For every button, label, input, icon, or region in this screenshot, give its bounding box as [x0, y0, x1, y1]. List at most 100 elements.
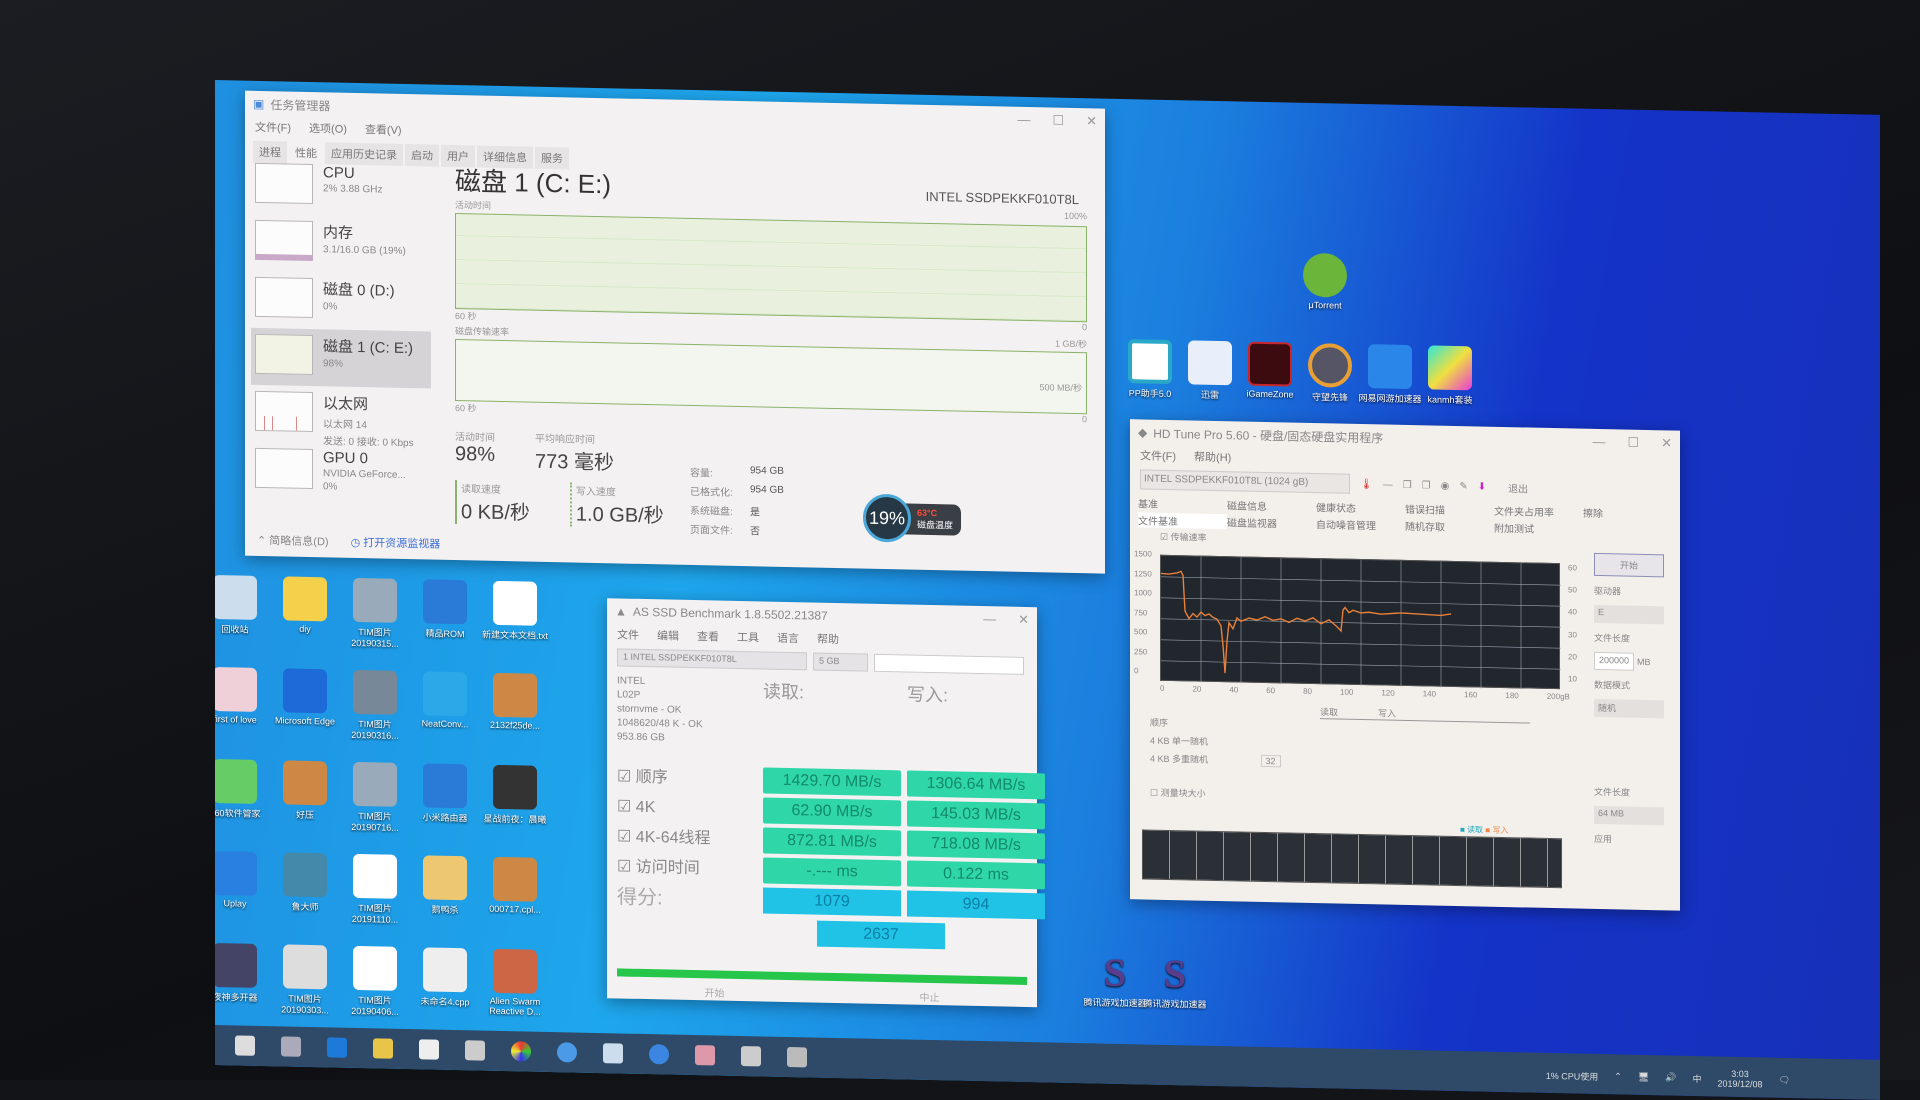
menu-file[interactable]: 文件(F)	[1140, 447, 1176, 464]
task-view-button[interactable]	[281, 1036, 301, 1057]
row-access-checkbox[interactable]: ☑ 访问时间	[617, 854, 757, 883]
tab-aam[interactable]: 自动噪音管理	[1316, 516, 1405, 533]
minimize-button[interactable]: —	[983, 611, 996, 627]
tab-disk-monitor[interactable]: 磁盘监视器	[1227, 514, 1316, 531]
desktop-icon[interactable]: first of love	[215, 666, 270, 725]
desktop-icon[interactable]: 2132f25de...	[480, 672, 550, 731]
data-pattern-select[interactable]: 随机	[1594, 698, 1664, 719]
desktop-icon[interactable]: 星战前夜：晨曦	[480, 764, 550, 826]
file-length-input[interactable]: 200000	[1594, 651, 1635, 671]
tab-error-scan[interactable]: 错误扫描	[1405, 501, 1494, 518]
row-4k-checkbox[interactable]: ☑ 4K	[617, 794, 757, 823]
transfer-rate-checkbox[interactable]: ☑ 传输速率	[1160, 530, 1207, 544]
size-select[interactable]: 5 GB	[813, 652, 868, 672]
menu-tools[interactable]: 工具	[737, 629, 759, 645]
camera-icon[interactable]: ◉	[1441, 480, 1450, 491]
tab-erase[interactable]: 擦除	[1583, 505, 1672, 522]
block-size-checkbox[interactable]: ☐ 测量块大小	[1150, 786, 1530, 807]
tab-folder-usage[interactable]: 文件夹占用率	[1494, 503, 1583, 520]
menu-options[interactable]: 选项(O)	[309, 120, 347, 137]
drive-select[interactable]: 1 INTEL SSDPEKKF010T8L	[617, 648, 807, 671]
start-button[interactable]: 开始	[705, 984, 725, 999]
close-button[interactable]: ✕	[1086, 113, 1097, 129]
desktop-icon[interactable]: NeatConv...	[410, 671, 480, 729]
desktop-icon[interactable]: 好压	[270, 760, 340, 821]
desktop-icon[interactable]: TIM图片20190406...	[340, 945, 410, 1017]
row-seq-checkbox[interactable]: ☑ 顺序	[617, 764, 757, 793]
abort-button[interactable]: 中止	[920, 989, 940, 1004]
hd-tune-taskbar-icon[interactable]	[787, 1046, 807, 1068]
menu-file[interactable]: 文件	[617, 626, 639, 642]
desktop-icon-accel-2[interactable]: S 腾讯游戏加速器	[1140, 949, 1210, 1010]
sidebar-item-cpu[interactable]: CPU 2% 3.88 GHz	[251, 157, 431, 218]
save-icon[interactable]: ⬇	[1478, 481, 1486, 492]
desktop-icon[interactable]: TIM图片20190315...	[340, 577, 410, 649]
desktop-icon[interactable]: 小米路由器	[410, 763, 480, 824]
desktop-icon[interactable]: TIM图片20190716...	[340, 761, 410, 833]
open-resource-monitor-link[interactable]: ◷ 打开资源监视器	[351, 534, 441, 552]
copy-all-icon[interactable]: ❐	[1422, 480, 1431, 491]
drive-letter-select[interactable]: E	[1594, 604, 1664, 625]
menu-edit[interactable]: 编辑	[657, 627, 679, 643]
desktop-icon[interactable]: 鹅鸭杀	[410, 855, 480, 916]
row-4k64-checkbox[interactable]: ☑ 4K-64线程	[617, 824, 757, 853]
clock[interactable]: 3:03 2019/12/08	[1718, 1068, 1763, 1090]
minimize-button[interactable]: —	[1017, 112, 1030, 128]
tab-extra-tests[interactable]: 附加测试	[1494, 520, 1583, 537]
sidebar-item-ethernet[interactable]: 以太网 以太网 14 发送: 0 接收: 0 Kbps	[251, 385, 431, 449]
desktop-icon[interactable]: Uplay	[215, 850, 270, 909]
as-ssd-taskbar-icon[interactable]	[741, 1046, 761, 1067]
minimize-button[interactable]: —	[1592, 434, 1605, 450]
desktop-icon[interactable]: 夜神多开器	[215, 942, 270, 1004]
browser-taskbar-icon[interactable]	[649, 1044, 669, 1065]
desktop-icon[interactable]: 精品ROM	[410, 579, 480, 640]
menu-view[interactable]: 查看	[697, 628, 719, 644]
tool-taskbar-icon[interactable]	[603, 1043, 623, 1064]
network-icon[interactable]: 🖥	[1638, 1071, 1649, 1082]
maximize-button[interactable]: ☐	[1627, 435, 1639, 451]
start-button[interactable]: 开始	[1594, 552, 1664, 578]
sidebar-item-gpu[interactable]: GPU 0 NVIDIA GeForce... 0%	[251, 442, 431, 503]
desktop-icon[interactable]: diy	[270, 576, 340, 634]
block-size-select[interactable]: 64 MB	[1594, 805, 1664, 826]
desktop-icon[interactable]: Microsoft Edge	[270, 668, 340, 727]
desktop-icon[interactable]: 未命名4.cpp	[410, 947, 480, 1008]
menu-view[interactable]: 查看(V)	[365, 121, 402, 138]
menu-help[interactable]: 帮助	[817, 631, 839, 647]
tab-benchmark[interactable]: 基准	[1138, 495, 1227, 512]
copy-icon[interactable]: ❐	[1403, 479, 1412, 490]
sidebar-item-memory[interactable]: 内存 3.1/16.0 GB (19%)	[251, 214, 431, 275]
show-hidden-icons[interactable]: ⌃	[1614, 1071, 1622, 1082]
desktop-icon[interactable]: 鲁大师	[270, 852, 340, 913]
menu-file[interactable]: 文件(F)	[255, 119, 291, 136]
close-button[interactable]: ✕	[1661, 435, 1672, 451]
cpu-usage-tray[interactable]: 1% CPU使用	[1546, 1068, 1599, 1082]
sidebar-item-disk0[interactable]: 磁盘 0 (D:) 0%	[251, 271, 431, 332]
task-manager-taskbar-icon[interactable]	[695, 1045, 715, 1066]
desktop-icon[interactable]: 000717.cpl...	[480, 856, 550, 915]
tab-health[interactable]: 健康状态	[1316, 499, 1405, 516]
desktop-icon-kanmh[interactable]: kanmh套装	[1415, 345, 1485, 406]
desktop-icon[interactable]: TIM图片20191110...	[340, 853, 410, 925]
chrome-taskbar-icon[interactable]	[511, 1041, 531, 1062]
close-button[interactable]: ✕	[1018, 612, 1029, 628]
menu-help[interactable]: 帮助(H)	[1194, 449, 1231, 466]
maximize-button[interactable]: ☐	[1052, 113, 1064, 129]
exit-button[interactable]: 退出	[1508, 480, 1528, 495]
ime-indicator[interactable]: 中	[1693, 1071, 1702, 1084]
desktop-icon[interactable]: 新建文本文档.txt	[480, 580, 550, 642]
fewer-details-link[interactable]: ⌃ 简略信息(D)	[257, 532, 329, 549]
volume-icon[interactable]: 🔊	[1665, 1072, 1676, 1083]
mail-taskbar-icon[interactable]	[465, 1040, 485, 1061]
store-taskbar-icon[interactable]	[419, 1039, 439, 1060]
tab-file-benchmark[interactable]: 文件基准	[1138, 512, 1227, 530]
drive-select[interactable]: INTEL SSDPEKKF010T8L (1024 gB)	[1140, 469, 1350, 494]
desktop-icon-utorrent[interactable]: μTorrent	[1290, 252, 1360, 311]
tab-random-access[interactable]: 随机存取	[1405, 518, 1494, 535]
edge-taskbar-icon[interactable]	[327, 1037, 347, 1058]
tab-info[interactable]: 磁盘信息	[1227, 497, 1316, 514]
start-button[interactable]	[235, 1035, 255, 1056]
options-icon[interactable]: ✎	[1459, 481, 1467, 492]
queue-depth-spinner[interactable]: 32	[1260, 754, 1281, 768]
desktop-icon[interactable]: TIM图片20190303...	[270, 944, 340, 1015]
